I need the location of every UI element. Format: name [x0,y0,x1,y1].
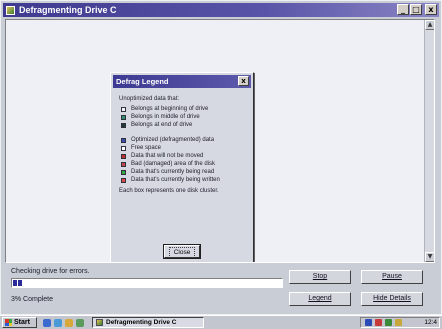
legend-swatch-icon [121,153,126,159]
legend-row: Free space [121,144,247,152]
legend-label: Data that's currently being read [131,169,215,175]
legend-label: Data that will not be moved [131,153,204,159]
close-button[interactable]: x [425,4,437,15]
stop-button[interactable]: Stop [289,270,351,284]
legend-swatch-icon [121,122,126,128]
legend-row: Belongs in middle of drive [121,113,247,121]
legend-swatch-icon [121,137,126,143]
legend-gap [121,129,247,136]
taskbar-task-label: Defragmenting Drive C [106,319,177,326]
legend-swatch-icon [121,114,126,120]
title-buttons: _ □ x [397,4,437,15]
windows-logo-icon [5,319,12,326]
network-icon[interactable] [365,319,372,326]
legend-note: Each box represents one disk cluster. [119,188,219,194]
vertical-scrollbar[interactable]: ▲ ▼ [424,20,434,262]
defrag-app-icon [6,5,15,15]
legend-label: Data that's currently being written [131,177,220,183]
legend-dialog-title-bar[interactable]: Defrag Legend x [113,75,251,88]
browser-icon[interactable] [54,318,62,327]
defrag-task-icon [96,319,103,326]
desktop-icon[interactable] [43,318,51,327]
scroll-up-icon[interactable]: ▲ [425,20,434,30]
maximize-button[interactable]: □ [410,4,422,15]
progress-fill [13,280,22,286]
monitor-icon[interactable] [395,319,402,326]
legend-button[interactable]: Legend [289,292,351,306]
clock: 12:4 [424,319,437,326]
percent-complete: 3% Complete [11,296,54,303]
system-tray: 12:4 [360,317,440,328]
legend-row: Belongs at end of drive [121,121,247,129]
status-panel: Checking drive for errors. 3% Complete S… [5,265,435,315]
quick-launch [43,318,84,327]
progress-bar [11,278,283,288]
legend-swatch-icon [121,145,126,151]
scroll-down-icon[interactable]: ▼ [425,252,434,262]
channels-icon[interactable] [76,318,84,327]
legend-label: Free space [131,145,162,151]
legend-swatch-icon [121,106,126,112]
legend-swatch-icon [121,177,126,183]
cluster-map-area: ▲ ▼ Defrag Legend x Unoptimized data tha… [5,19,435,263]
progress-segment [18,280,22,286]
legend-swatch-icon [121,169,126,175]
pause-button[interactable]: Pause [361,270,423,284]
legend-row: Data that's currently being written [121,176,247,184]
legend-group-unoptimized: Belongs at beginning of drive Belongs in … [121,105,247,129]
window-title: Defragmenting Drive C [19,5,117,15]
legend-row: Data that will not be moved [121,152,247,160]
start-label: Start [14,319,30,326]
legend-row: Bad (damaged) area of the disk [121,160,247,168]
legend-close-icon[interactable]: x [238,76,249,86]
defrag-window: Defragmenting Drive C _ □ x ▲ ▼ Defrag L… [0,0,442,315]
minimize-button[interactable]: _ [397,4,409,15]
legend-label: Optimized (defragmented) data [131,137,215,143]
legend-dialog: Defrag Legend x Unoptimized data that: B… [110,72,254,262]
legend-row: Optimized (defragmented) data [121,136,247,144]
legend-heading: Unoptimized data that: [119,96,180,102]
legend-label: Belongs at beginning of drive [131,106,209,112]
legend-row: Data that's currently being read [121,168,247,176]
legend-label: Belongs at end of drive [131,122,193,128]
title-bar[interactable]: Defragmenting Drive C _ □ x [3,3,439,17]
taskbar-defrag-button[interactable]: Defragmenting Drive C [92,317,204,328]
legend-swatch-icon [121,161,126,167]
legend-row: Belongs at beginning of drive [121,105,247,113]
scheduler-icon[interactable] [385,319,392,326]
legend-group-other: Optimized (defragmented) data Free space D… [121,136,247,184]
volume-icon[interactable] [375,319,382,326]
legend-dialog-title: Defrag Legend [116,77,169,86]
legend-label: Belongs in middle of drive [131,114,200,120]
status-message: Checking drive for errors. [11,268,90,275]
taskbar: Start Defragmenting Drive C 12:4 [0,315,442,329]
legend-button-row: Close [111,241,253,259]
start-button[interactable]: Start [2,317,37,328]
legend-body: Unoptimized data that: Belongs at beginn… [111,90,253,194]
legend-close-button[interactable]: Close [163,244,201,259]
mail-icon[interactable] [65,318,73,327]
progress-segment [13,280,17,286]
legend-label: Bad (damaged) area of the disk [131,161,216,167]
legend-close-button-label: Close [168,247,196,258]
hide-details-button[interactable]: Hide Details [361,292,423,306]
